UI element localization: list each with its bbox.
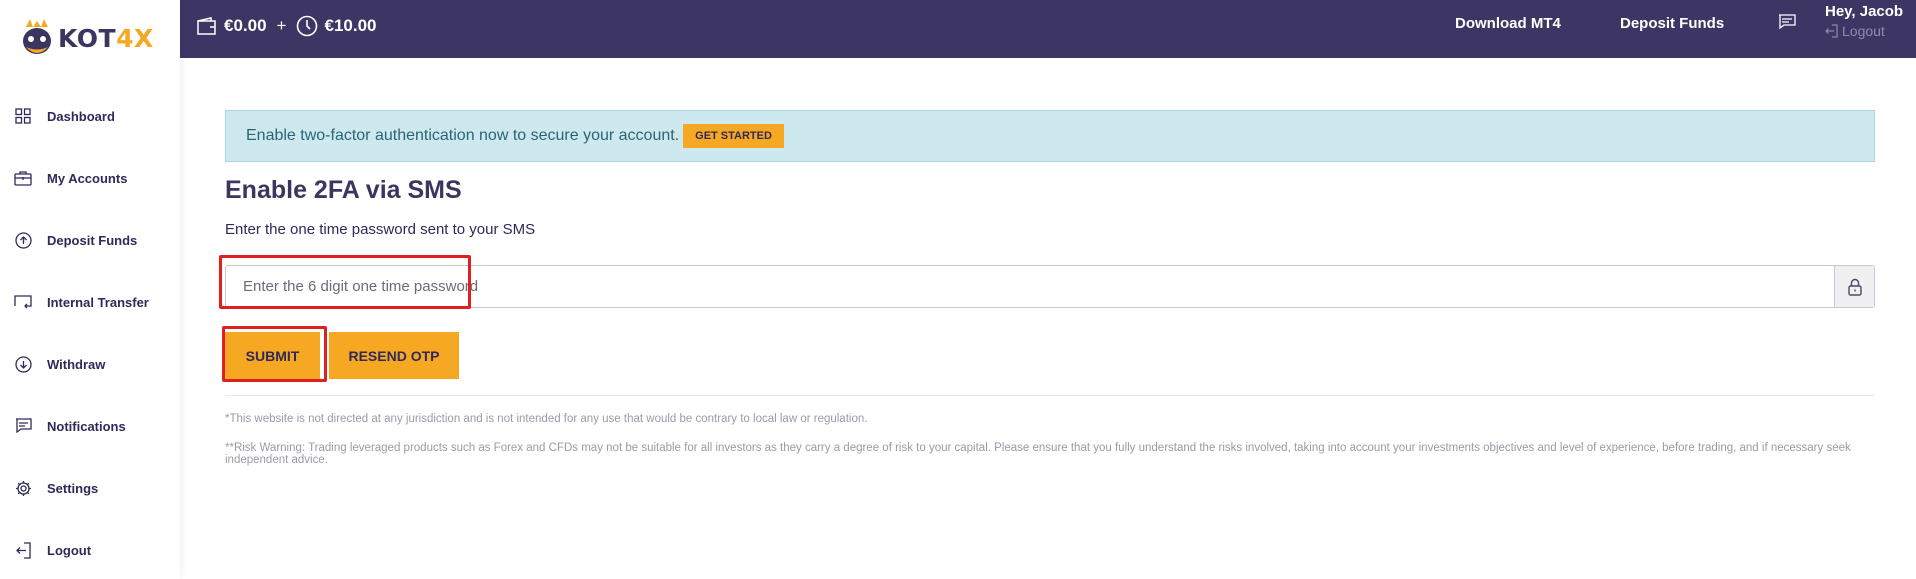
briefcase-icon: [13, 168, 33, 188]
otp-field: [225, 265, 1875, 308]
page-title: Enable 2FA via SMS: [225, 176, 462, 204]
logout-icon: [13, 540, 33, 560]
sidebar-item-settings[interactable]: Settings: [0, 470, 180, 506]
sidebar-item-dashboard[interactable]: Dashboard: [0, 98, 180, 134]
chat-icon[interactable]: [1778, 14, 1798, 34]
top-bar: €0.00 + €10.00 Download MT4 Deposit Fund…: [180, 0, 1916, 58]
sidebar-item-internal-transfer[interactable]: Internal Transfer: [0, 284, 180, 320]
arrow-down-circle-icon: [13, 354, 33, 374]
resend-otp-button[interactable]: RESEND OTP: [329, 332, 459, 379]
balance-value: €0.00: [224, 16, 267, 35]
page-subtitle: Enter the one time password sent to your…: [225, 221, 536, 238]
sidebar-item-label: Deposit Funds: [47, 232, 138, 248]
gear-icon: [13, 478, 33, 498]
sidebar-item-label: My Accounts: [47, 170, 128, 186]
alert-text: Enable two-factor authentication now to …: [246, 127, 680, 144]
greeting: Hey, Jacob: [1825, 3, 1904, 20]
user-menu: Hey, Jacob Logout: [1825, 3, 1910, 39]
divider: [225, 395, 1875, 396]
bonus-value: €10.00: [324, 16, 377, 35]
sidebar-item-label: Dashboard: [47, 108, 115, 124]
jurisdiction-disclaimer: *This website is not directed at any jur…: [225, 413, 868, 425]
sidebar: KOT4X Dashboard My Accounts Deposit Fund…: [0, 0, 180, 579]
get-started-button[interactable]: GET STARTED: [683, 124, 784, 148]
logout-icon: [1825, 24, 1838, 38]
clock-icon: [296, 15, 318, 37]
twofa-alert: Enable two-factor authentication now to …: [225, 110, 1875, 162]
lock-icon: [1834, 266, 1874, 307]
arrow-up-circle-icon: [13, 230, 33, 250]
plus-sign: +: [276, 16, 287, 35]
sidebar-item-label: Internal Transfer: [47, 294, 149, 310]
sidebar-item-label: Notifications: [47, 418, 126, 434]
cat-logo-icon: [20, 19, 54, 57]
sidebar-item-notifications[interactable]: Notifications: [0, 408, 180, 444]
grid-icon: [13, 106, 33, 126]
sidebar-item-label: Withdraw: [47, 356, 106, 372]
sidebar-item-my-accounts[interactable]: My Accounts: [0, 160, 180, 196]
download-mt4-link[interactable]: Download MT4: [1455, 15, 1561, 32]
risk-warning: **Risk Warning: Trading leveraged produc…: [225, 442, 1851, 466]
sidebar-item-withdraw[interactable]: Withdraw: [0, 346, 180, 382]
balance-display: €0.00 + €10.00: [196, 0, 376, 52]
wallet-icon: [196, 15, 218, 37]
otp-input[interactable]: [226, 266, 1834, 307]
message-icon: [13, 416, 33, 436]
sidebar-item-label: Logout: [47, 542, 92, 558]
sidebar-item-logout[interactable]: Logout: [0, 532, 180, 568]
sidebar-item-label: Settings: [47, 480, 99, 496]
deposit-funds-link[interactable]: Deposit Funds: [1620, 15, 1724, 32]
header-logout-link[interactable]: Logout: [1825, 23, 1910, 39]
page: KOT4X Dashboard My Accounts Deposit Fund…: [0, 0, 1916, 579]
sidebar-item-deposit-funds[interactable]: Deposit Funds: [0, 222, 180, 258]
logo-text: KOT4X: [58, 23, 154, 53]
transfer-icon: [13, 292, 33, 312]
submit-button[interactable]: SUBMIT: [225, 332, 320, 379]
logo[interactable]: KOT4X: [20, 14, 154, 62]
header-logout-label: Logout: [1842, 23, 1885, 39]
